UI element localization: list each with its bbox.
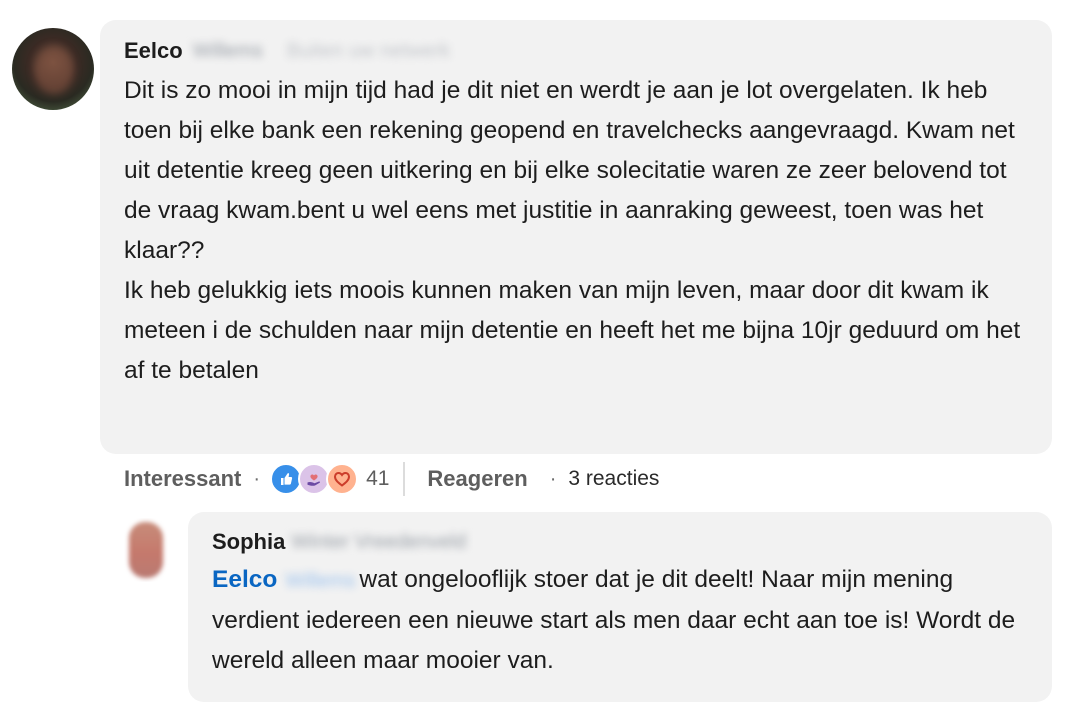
react-button[interactable]: Interessant bbox=[124, 466, 241, 492]
separator-dot: · bbox=[253, 467, 261, 490]
comment-author-lastname-redacted: Willems bbox=[192, 39, 263, 62]
reactions-count[interactable]: 41 bbox=[366, 467, 389, 491]
replies-count-link[interactable]: 3 reacties bbox=[568, 467, 659, 491]
comment-paragraph: Dit is zo mooi in mijn tijd had je dit n… bbox=[124, 77, 1015, 264]
mention-lastname-redacted[interactable]: Willems bbox=[285, 570, 355, 592]
reply-avatar-photo bbox=[129, 522, 163, 578]
reply-author-row: Sophia Winter Vreedenveld bbox=[212, 529, 466, 555]
reply-avatar[interactable] bbox=[122, 518, 170, 582]
love-icon bbox=[326, 463, 359, 495]
mention-link[interactable]: Eelco bbox=[212, 566, 277, 593]
reactions-summary[interactable] bbox=[270, 463, 359, 495]
comment-author-name[interactable]: Eelco bbox=[124, 38, 183, 64]
separator-dot: · bbox=[549, 467, 557, 490]
comment-body: Dit is zo mooi in mijn tijd had je dit n… bbox=[124, 71, 1024, 391]
comment-actions-bar: Interessant · 41 Reageren · 3 reacties bbox=[124, 462, 659, 496]
network-note-redacted: Buiten uw netwerk bbox=[286, 39, 451, 62]
comment-author-row: Eelco Willems Buiten uw netwerk bbox=[124, 38, 450, 64]
comment-paragraph: Ik heb gelukkig iets moois kunnen maken … bbox=[124, 277, 1021, 384]
reply-body: Eelco Willems wat ongelooflijk stoer dat j… bbox=[212, 560, 1032, 681]
reply-author-name[interactable]: Sophia bbox=[212, 529, 285, 555]
reply-author-lastname-redacted: Winter Vreedenveld bbox=[291, 530, 467, 553]
commenter-avatar[interactable] bbox=[12, 28, 94, 110]
actions-divider bbox=[403, 462, 406, 496]
reply-button[interactable]: Reageren bbox=[427, 466, 527, 492]
